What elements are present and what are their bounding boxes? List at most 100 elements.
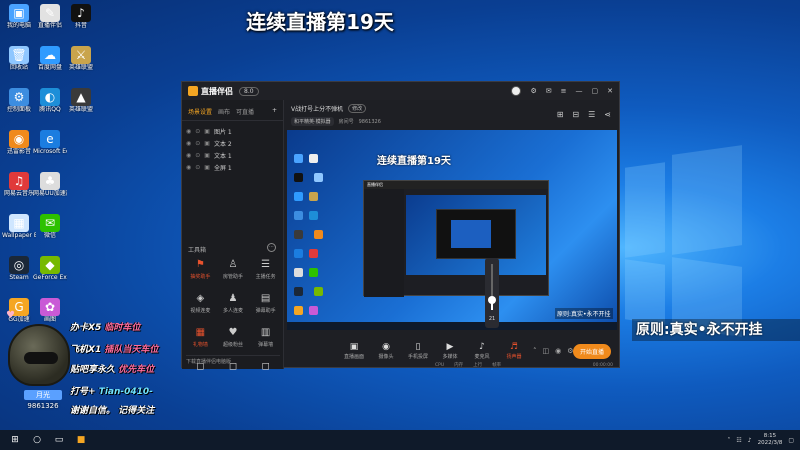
lock-icon[interactable]: ⊙ bbox=[195, 140, 200, 147]
promo-line: 谢谢自信。 记得关注 bbox=[70, 403, 154, 416]
desktop-icon[interactable]: ◆GeForce Experience bbox=[33, 256, 67, 281]
eye-icon[interactable]: ◉ bbox=[186, 164, 191, 171]
tool-label: 弹幕助手 bbox=[255, 308, 276, 314]
source-item[interactable]: ◉ ⊙ ▣ 图片 1 bbox=[186, 125, 279, 137]
edit-room-button[interactable]: 修改 bbox=[348, 104, 367, 113]
promo-item: 打号+ bbox=[70, 387, 96, 397]
desktop-icon[interactable]: ♣网易UU加速器 bbox=[33, 172, 67, 197]
add-source-button[interactable]: + bbox=[272, 107, 277, 116]
chevron-up-icon[interactable]: ˄ bbox=[727, 437, 730, 444]
settings-icon[interactable]: ⚙ bbox=[530, 87, 536, 95]
menu-icon[interactable]: ≡ bbox=[561, 87, 567, 95]
desktop-icon[interactable]: ♪ 抖音 bbox=[64, 4, 98, 29]
camera-icon[interactable]: ◫ bbox=[543, 347, 550, 355]
promo-item: 办卡X5 bbox=[70, 323, 102, 333]
tool-item[interactable]: ▦ 礼物墙 bbox=[184, 326, 217, 354]
version-badge[interactable]: 8.0 bbox=[239, 86, 259, 96]
source-item[interactable]: ◉ ⊙ ▣ 文本 2 bbox=[186, 137, 279, 149]
tool-icon: ☰ bbox=[261, 259, 271, 270]
avatar[interactable] bbox=[511, 86, 522, 96]
preview-icon bbox=[309, 306, 318, 315]
eye-icon[interactable]: ◉ bbox=[186, 128, 191, 135]
more-icon[interactable]: ⋖ bbox=[604, 110, 611, 119]
windows-start-icon[interactable]: ⊞ bbox=[4, 435, 26, 445]
tool-item[interactable]: ☰ 主播任务 bbox=[249, 258, 282, 286]
capture-button[interactable]: ▯ 手机投屏 bbox=[407, 342, 429, 360]
live-companion-taskbar-icon[interactable]: ■ bbox=[70, 435, 92, 445]
tool-item[interactable]: ▤ 弹幕助手 bbox=[249, 292, 282, 320]
close-icon[interactable]: ✕ bbox=[607, 87, 613, 95]
category-chip[interactable]: 和平精英·模拟器 bbox=[291, 117, 334, 126]
share-icon[interactable]: ⊟ bbox=[572, 110, 579, 119]
tab-canvas[interactable]: 画布 bbox=[218, 107, 230, 116]
tool-item[interactable]: ◈ 视频连麦 bbox=[184, 292, 217, 320]
search-icon[interactable]: ○ bbox=[26, 435, 48, 445]
clock[interactable]: 8:15 2022/3/8 bbox=[758, 433, 783, 447]
tool-item[interactable]: ⚑ 抽奖助手 bbox=[184, 258, 217, 286]
app-icon: ♫ bbox=[9, 172, 29, 190]
lock-icon[interactable]: ⊙ bbox=[195, 128, 200, 135]
source-name: 全屏 1 bbox=[213, 164, 232, 172]
source-item[interactable]: ◉ ⊙ ▣ 文本 1 bbox=[186, 149, 279, 161]
tool-icon: ▤ bbox=[260, 293, 271, 304]
tool-item[interactable]: ♥ 超级粉丝 bbox=[217, 326, 250, 354]
tool-item[interactable]: ▥ 弹幕墙 bbox=[249, 326, 282, 354]
desktop-icon[interactable]: ◉ 迅雷影音 bbox=[2, 130, 36, 155]
capture-label: 扬声器 bbox=[506, 353, 522, 360]
desktop-icon[interactable]: ♫ 网易云音乐 bbox=[2, 172, 36, 197]
desktop-icon[interactable]: ▣ 我的电脑 bbox=[2, 4, 36, 29]
lock-icon[interactable]: ⊙ bbox=[195, 164, 200, 171]
app-icon: ◐ bbox=[40, 88, 60, 106]
tool-item[interactable]: ♟ 多人连麦 bbox=[217, 292, 250, 320]
more-icon[interactable]: ⋯ bbox=[267, 243, 276, 252]
desktop-icon[interactable]: ◐ 腾讯QQ bbox=[33, 88, 67, 113]
capture-button[interactable]: ▶ 多媒体 bbox=[439, 342, 461, 360]
desktop-icon[interactable]: ▦Wallpaper Engine bbox=[2, 214, 36, 239]
tool-item[interactable]: ♙ 房管助手 bbox=[217, 258, 250, 286]
volume-slider-handle[interactable] bbox=[488, 296, 496, 304]
preview-icon bbox=[309, 249, 318, 258]
lock-icon[interactable]: ⊙ bbox=[195, 152, 200, 159]
desktop-icon[interactable]: ◎ Steam bbox=[2, 256, 36, 281]
streamer-overlay: ♥ 办卡X5 临时车位 飞机X1 插队当天车位 贴吧享永久 优先车位 打号+ T… bbox=[0, 310, 180, 430]
network-icon[interactable]: ☷ bbox=[736, 437, 741, 444]
start-live-button[interactable]: 开始直播 bbox=[572, 344, 611, 359]
desktop-icon[interactable]: ⚔ 英雄联盟 bbox=[64, 46, 98, 71]
eye-icon[interactable]: ◉ bbox=[555, 347, 561, 355]
tab-scene-settings[interactable]: 场景设置 bbox=[188, 107, 212, 116]
desktop-icon[interactable]: ✎ 直播伴侣 bbox=[33, 4, 67, 29]
logo-icon bbox=[188, 86, 198, 96]
eye-icon[interactable]: ◉ bbox=[186, 152, 191, 159]
source-type-icon: ▣ bbox=[204, 151, 210, 159]
desktop-icon-label: Steam bbox=[9, 274, 29, 281]
tool-label: 抽奖助手 bbox=[190, 274, 211, 280]
tab-live[interactable]: 可直播 bbox=[236, 107, 254, 116]
desktop-icon[interactable]: ⚙ 控制面板 bbox=[2, 88, 36, 113]
live-preview[interactable]: 连续直播第19天 直播伴侣 原则:真实•永不开挂 bbox=[287, 130, 617, 330]
message-icon[interactable]: ✉ bbox=[546, 87, 552, 95]
wallpaper-beam bbox=[625, 162, 665, 258]
capture-button[interactable]: ♬ 扬声器 bbox=[503, 342, 525, 360]
minimize-icon[interactable]: — bbox=[576, 87, 583, 95]
helmet-avatar bbox=[8, 324, 70, 386]
capture-button[interactable]: ◉ 摄像头 bbox=[375, 342, 397, 360]
speaker-icon[interactable]: ♪ bbox=[748, 437, 752, 444]
promo-desc: Tian-0410- bbox=[98, 387, 153, 397]
maximize-icon[interactable]: ▢ bbox=[592, 87, 599, 95]
chat-icon[interactable]: ☰ bbox=[588, 110, 595, 119]
gift-icon[interactable]: ⊞ bbox=[557, 110, 564, 119]
eye-icon[interactable]: ◉ bbox=[186, 140, 191, 147]
desktop-icon[interactable]: 🗑 回收站 bbox=[2, 46, 36, 71]
task-view-icon[interactable]: ▭ bbox=[48, 435, 70, 445]
notification-icon[interactable]: ▢ bbox=[788, 437, 794, 444]
capture-button[interactable]: ♪ 麦克风 bbox=[471, 342, 493, 360]
desktop-icon[interactable]: ☁ 百度网盘 bbox=[33, 46, 67, 71]
pc-download-link[interactable]: 下载直播伴侣电脑版 bbox=[186, 355, 280, 365]
desktop-icon[interactable]: ▲ 英雄联盟 bbox=[64, 88, 98, 113]
capture-button[interactable]: ▣ 直播画面 bbox=[343, 342, 365, 360]
desktop-icon[interactable]: ✉ 微信 bbox=[33, 214, 67, 239]
capture-label: 摄像头 bbox=[378, 353, 394, 360]
source-item[interactable]: ◉ ⊙ ▣ 全屏 1 bbox=[186, 161, 279, 173]
desktop-icon[interactable]: eMicrosoft Edge bbox=[33, 130, 67, 155]
chevron-up-icon[interactable]: ˄ bbox=[533, 347, 537, 355]
